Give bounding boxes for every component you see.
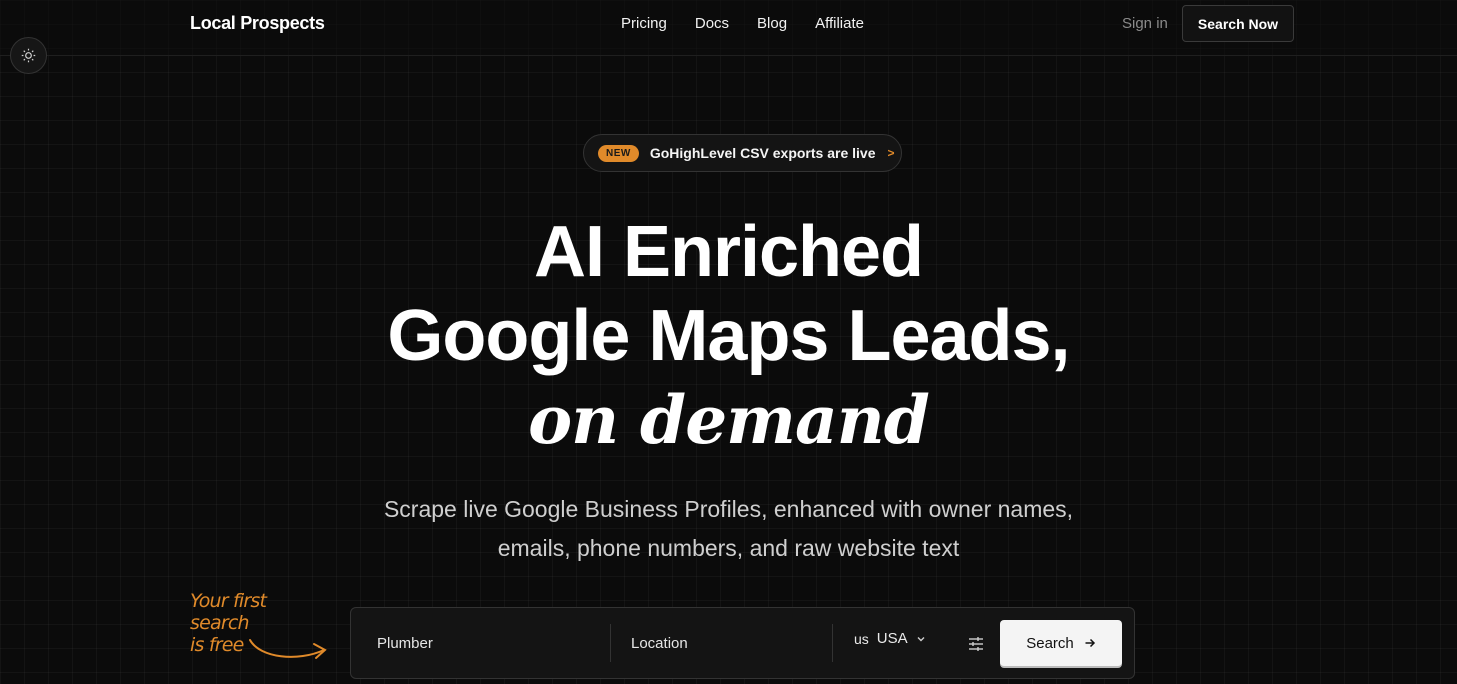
search-divider <box>610 624 611 662</box>
announcement-arrow: > <box>887 146 895 160</box>
arrow-right-icon <box>1085 638 1095 648</box>
search-now-button[interactable]: Search Now <box>1182 5 1294 42</box>
country-select[interactable]: us USA <box>854 630 926 647</box>
top-nav: Local Prospects Pricing Docs Blog Affili… <box>0 0 1457 56</box>
sun-icon <box>21 48 36 63</box>
announcement-text: GoHighLevel CSV exports are live <box>649 145 876 161</box>
sliders-icon[interactable] <box>966 634 986 654</box>
nav-link-blog[interactable]: Blog <box>757 15 787 32</box>
nav-links: Pricing Docs Blog Affiliate <box>621 15 864 32</box>
curved-arrow-icon <box>249 639 327 659</box>
country-flag-code: us <box>854 630 869 647</box>
search-bar: Plumber Location us USA Search <box>350 607 1135 679</box>
search-divider <box>832 624 833 662</box>
subtitle-line-1: Scrape live Google Business Profiles, en… <box>383 496 1074 522</box>
sign-in-link[interactable]: Sign in <box>1122 15 1168 32</box>
subtitle-line-2: emails, phone numbers, and raw website t… <box>497 535 960 561</box>
note-line-1: Your first search <box>190 590 267 634</box>
hero-headline: AI Enriched Google Maps Leads, on demand <box>0 210 1457 462</box>
theme-toggle-button[interactable] <box>10 37 47 74</box>
chevron-down-icon <box>917 636 925 641</box>
announcement-pill[interactable]: NEW GoHighLevel CSV exports are live > <box>583 134 902 172</box>
new-badge: NEW <box>598 144 639 162</box>
headline-line-1: AI Enriched <box>533 212 924 292</box>
nav-link-pricing[interactable]: Pricing <box>621 15 667 32</box>
headline-line-3: on demand <box>528 381 930 459</box>
nav-link-affiliate[interactable]: Affiliate <box>815 15 864 32</box>
search-button[interactable]: Search <box>1000 620 1122 666</box>
nav-link-docs[interactable]: Docs <box>695 15 729 32</box>
hero-subtitle: Scrape live Google Business Profiles, en… <box>0 490 1457 568</box>
keyword-input[interactable]: Plumber <box>377 622 607 664</box>
location-input[interactable]: Location <box>631 622 831 664</box>
headline-line-2: Google Maps Leads, <box>387 296 1070 376</box>
brand-logo[interactable]: Local Prospects <box>190 13 325 34</box>
country-label: USA <box>876 630 908 647</box>
search-button-label: Search <box>1026 634 1074 652</box>
